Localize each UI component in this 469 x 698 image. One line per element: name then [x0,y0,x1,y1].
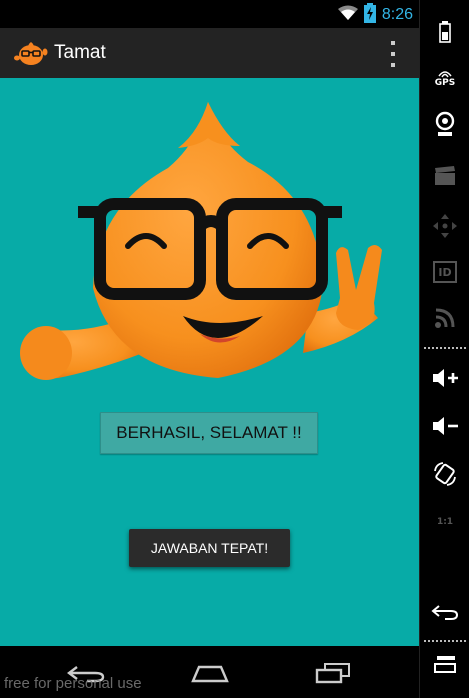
menu-icon[interactable] [420,646,469,682]
battery-charging-icon [363,3,376,27]
mascot-illustration [20,102,382,380]
battery-icon[interactable] [420,14,469,50]
emulator-side-panel: GPS ID 1:1 [419,0,469,698]
watermark-text: free for personal use [4,675,142,692]
scale-label: 1:1 [436,517,454,527]
status-bar: 8:26 [0,0,419,28]
id-icon[interactable]: ID [420,254,469,290]
wifi-icon [337,5,358,25]
webcam-icon[interactable] [420,106,469,142]
gps-label: GPS [434,78,456,88]
panel-divider [424,640,466,642]
panel-divider [424,347,466,349]
volume-down-icon[interactable] [420,408,469,444]
volume-up-icon[interactable] [420,360,469,396]
app-mascot-icon[interactable] [14,39,48,67]
clapperboard-icon[interactable] [420,158,469,194]
scale-icon[interactable]: 1:1 [420,504,469,540]
move-icon[interactable] [420,208,469,244]
overflow-menu-icon[interactable] [389,41,397,67]
toast-message: JAWABAN TEPAT! [129,529,290,567]
action-bar: Tamat [0,28,419,78]
rss-icon[interactable] [420,300,469,336]
page-title: Tamat [54,42,106,63]
home-icon[interactable] [185,658,235,688]
rotate-icon[interactable] [420,456,469,492]
result-label: BERHASIL, SELAMAT !! [100,412,318,454]
gps-icon[interactable]: GPS [420,60,469,96]
back-icon[interactable] [420,594,469,630]
main-content: BERHASIL, SELAMAT !! JAWABAN TEPAT! [0,78,419,646]
recent-apps-icon[interactable] [308,658,358,688]
status-clock: 8:26 [381,6,413,23]
id-label: ID [433,261,457,283]
